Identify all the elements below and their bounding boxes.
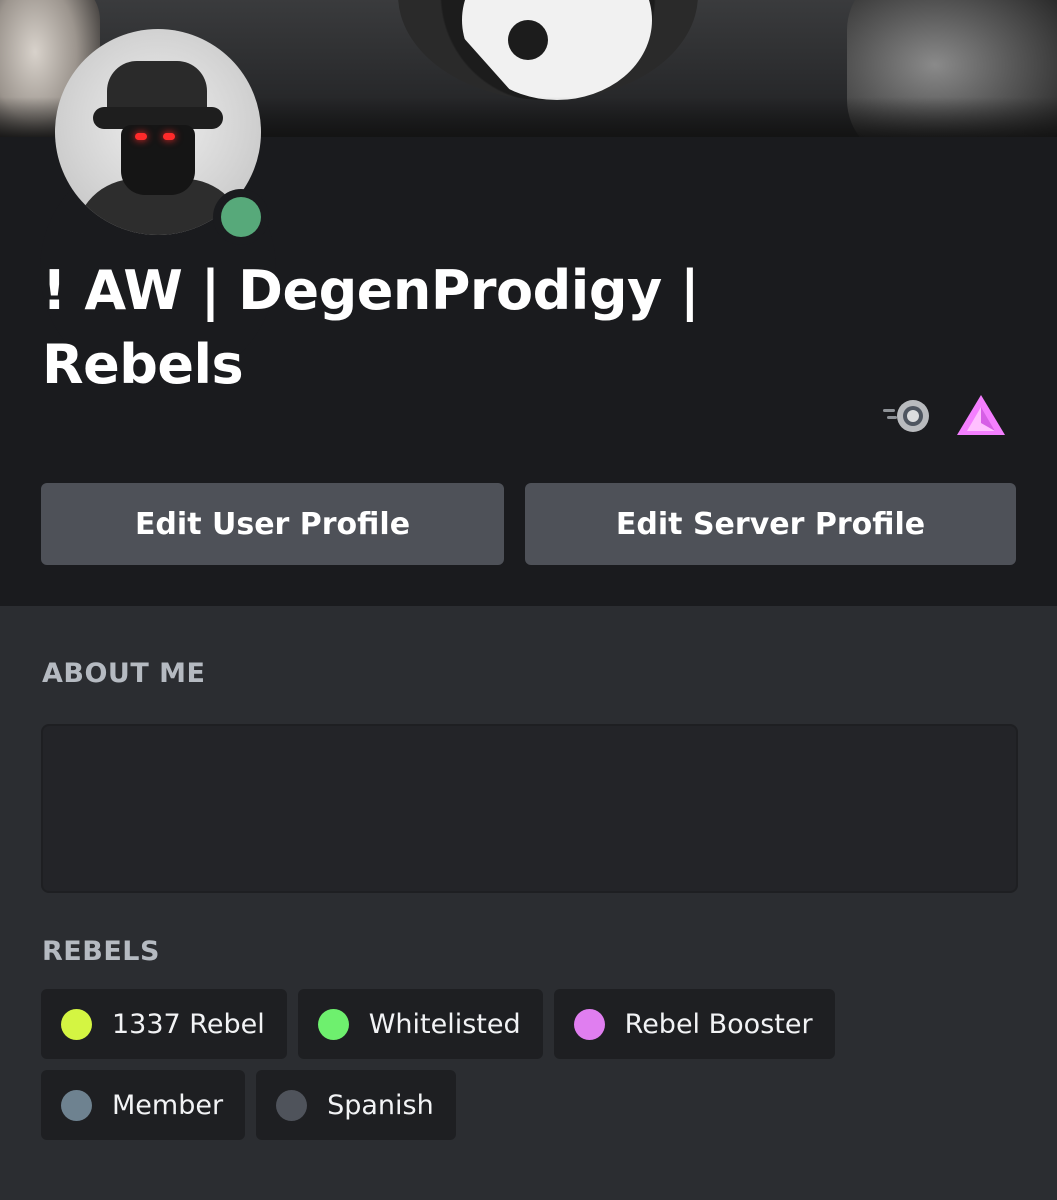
role-color-dot — [317, 1008, 349, 1040]
role-pill[interactable]: 1337 Rebel — [41, 989, 287, 1059]
role-row: Member Spanish — [41, 1070, 1016, 1140]
edit-user-profile-button[interactable]: Edit User Profile — [41, 483, 504, 565]
role-label: Whitelisted — [368, 1008, 521, 1040]
display-name: ! AW | DegenProdigy | Rebels — [42, 259, 700, 396]
role-pill[interactable]: Whitelisted — [297, 989, 543, 1059]
banner-dot-shape — [508, 20, 548, 60]
role-color-dot — [61, 1089, 92, 1121]
server-boost-badge-icon[interactable] — [955, 393, 1007, 439]
role-row: 1337 Rebel Whitelisted Rebel Booster — [41, 989, 1016, 1059]
roles-title: REBELS — [42, 936, 160, 967]
role-pill[interactable]: Spanish — [256, 1070, 456, 1140]
role-pill[interactable]: Member — [41, 1070, 246, 1140]
role-color-dot — [61, 1008, 92, 1040]
nitro-badge-icon[interactable] — [881, 396, 933, 436]
role-label: Rebel Booster — [624, 1008, 813, 1040]
about-me-box — [41, 724, 1018, 893]
about-me-title: ABOUT ME — [42, 658, 206, 689]
role-color-dot — [573, 1008, 605, 1040]
role-label: Member — [112, 1089, 224, 1121]
role-pill[interactable]: Rebel Booster — [553, 989, 835, 1059]
badge-list — [881, 393, 1007, 439]
role-color-dot — [276, 1089, 308, 1121]
role-label: Spanish — [327, 1089, 434, 1121]
edit-server-profile-button[interactable]: Edit Server Profile — [525, 483, 1016, 565]
role-label: 1337 Rebel — [112, 1008, 265, 1040]
role-list: 1337 Rebel Whitelisted Rebel Booster Mem… — [41, 989, 1016, 1151]
